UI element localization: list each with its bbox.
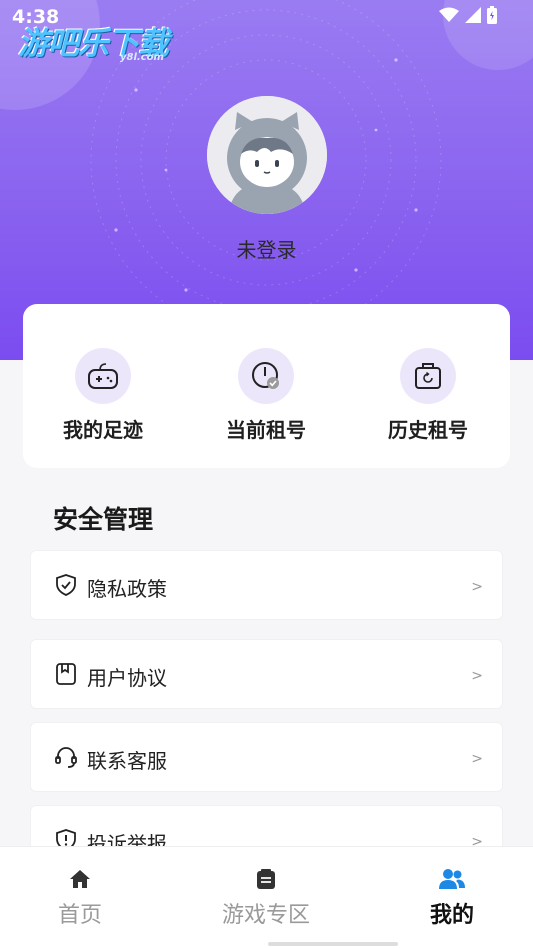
menu-item-privacy-policy[interactable]: 隐私政策 > [30, 550, 503, 620]
signal-icon [465, 7, 481, 23]
tab-mine[interactable]: 我的 [382, 867, 522, 929]
list-doc-icon [257, 869, 275, 889]
tab-game-zone[interactable]: 游戏专区 [196, 867, 336, 929]
quick-action-current-rental[interactable]: 当前租号 [206, 348, 326, 443]
quick-action-history-rental[interactable]: 历史租号 [368, 348, 488, 443]
bag-refresh-icon [400, 348, 456, 404]
status-icons [439, 6, 497, 24]
avatar[interactable] [207, 96, 327, 214]
menu-item-user-agreement[interactable]: 用户协议 > [30, 639, 503, 709]
shield-check-icon [56, 574, 76, 596]
tab-label: 我的 [429, 903, 474, 928]
gamepad-icon [75, 348, 131, 404]
menu-item-label: 用户协议 [87, 666, 167, 690]
chevron-right-icon: > [471, 668, 483, 684]
battery-icon [487, 6, 497, 24]
quick-action-label: 我的足迹 [63, 418, 143, 442]
quick-actions-card: 我的足迹 当前租号 历史租号 [23, 304, 510, 468]
avatar-illustration [207, 96, 327, 214]
tab-home[interactable]: 首页 [10, 867, 150, 929]
menu-item-label: 联系客服 [87, 749, 167, 773]
menu-item-contact-support[interactable]: 联系客服 > [30, 722, 503, 792]
section-title-security: 安全管理 [53, 505, 154, 534]
headset-icon [55, 747, 77, 768]
quick-action-label: 历史租号 [388, 418, 468, 442]
quick-action-label: 当前租号 [226, 418, 306, 442]
bottom-nav: 首页 游戏专区 我的 [0, 846, 533, 948]
clock-check-icon [238, 348, 294, 404]
home-indicator [268, 942, 398, 946]
chevron-right-icon: > [471, 579, 483, 595]
wifi-icon [439, 7, 459, 22]
tab-label: 首页 [57, 903, 102, 928]
home-icon [70, 870, 90, 888]
users-icon [439, 869, 465, 889]
menu-item-label: 隐私政策 [87, 577, 167, 601]
chevron-right-icon: > [471, 751, 483, 767]
quick-action-footprints[interactable]: 我的足迹 [43, 348, 163, 443]
tab-label: 游戏专区 [221, 903, 310, 928]
login-status[interactable]: 未登录 [0, 234, 533, 263]
bookmark-doc-icon [56, 663, 76, 685]
watermark-domain: y8l.com [120, 52, 164, 63]
